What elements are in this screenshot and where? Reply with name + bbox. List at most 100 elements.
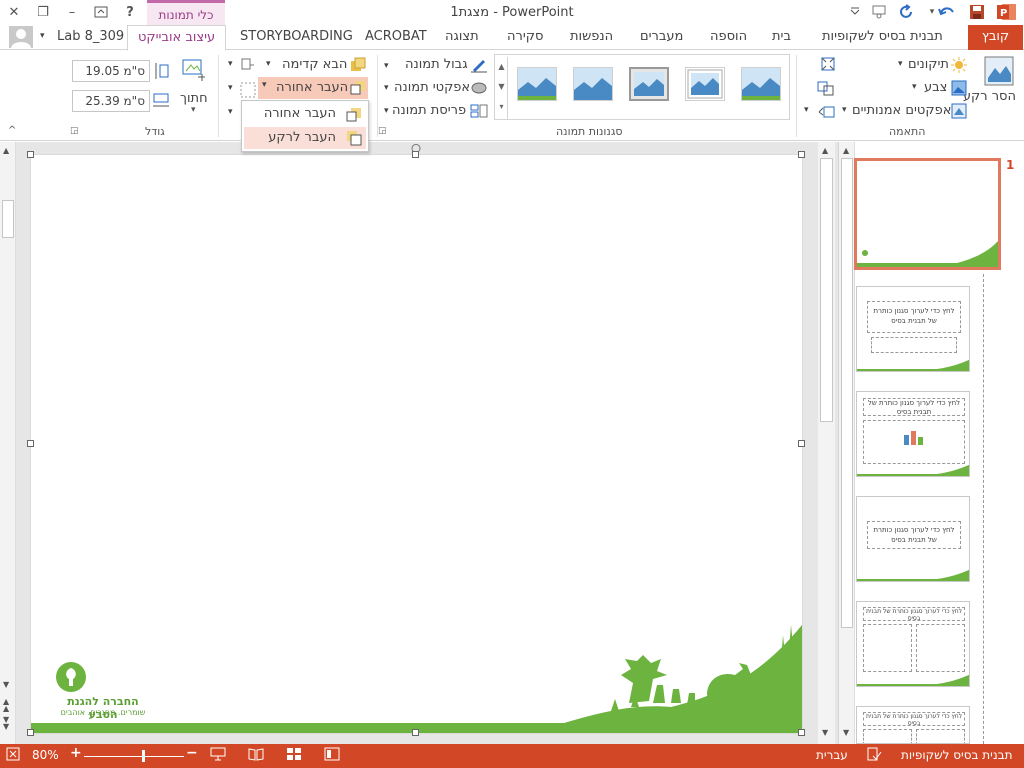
bring-forward-button[interactable]: הבא קדימה [282,55,347,75]
zoom-level[interactable]: 80% [32,748,59,762]
width-field[interactable]: 25.39 ס"מ [72,90,150,112]
slide-thumbnail-layout[interactable]: לחץ כדי לערוך סגנון כותרת של תבנית בסיס [856,601,970,687]
resize-handle[interactable] [798,440,805,447]
present-from-start-button[interactable] [868,2,890,22]
slide-thumbnail-layout[interactable]: לחץ כדי לערוך סגנון כותרת של תבנית בסיס [856,706,970,744]
ribbon-display-options-button[interactable] [90,2,112,22]
language-indicator[interactable]: עברית [816,748,848,762]
tab-acrobat[interactable]: ACROBAT [365,25,427,49]
thumbnails-scrollbar[interactable]: ▲ ▼ [839,142,855,744]
zoom-out-button[interactable]: − [186,745,198,761]
slide-sorter-button[interactable] [286,747,302,761]
resize-handle[interactable] [798,729,805,736]
tab-transitions[interactable]: מעברים [640,25,683,49]
slide-thumbnail-layout[interactable]: לחץ כדי לערוך סגנון כותרת של תבנית בסיס [856,496,970,582]
bring-forward-dropdown[interactable]: ▾ [266,59,271,69]
collapse-ribbon-button[interactable]: ^ [8,125,16,136]
compress-pictures-icon[interactable] [820,56,836,72]
picture-style-option[interactable] [685,67,725,101]
rotation-handle[interactable] [410,143,422,155]
reset-picture-icon[interactable] [817,103,835,119]
scroll-up-arrow[interactable]: ▲ [822,146,828,155]
tab-file[interactable]: קובץ [968,25,1023,50]
group-objects-icon[interactable] [239,81,257,99]
picture-layout-button[interactable]: פריסת תמונה [392,101,466,121]
spelling-check-button[interactable] [866,747,882,761]
rotate-dropdown[interactable]: ▾ [228,107,233,117]
tab-insert[interactable]: הוספה [710,25,747,49]
artistic-effects-dropdown[interactable]: ▾ [842,105,847,115]
picture-effects-button[interactable]: אפקטי תמונה [394,78,470,98]
picture-style-option[interactable] [517,67,557,101]
scroll-down-arrow[interactable]: ▼ [822,728,828,737]
right-scrollbar[interactable]: ▲ ▼ [818,142,835,744]
tab-picture-format[interactable]: עיצוב אובייקט [127,25,227,51]
fit-to-window-button[interactable] [6,747,20,761]
layout-dropdown[interactable]: ▾ [384,106,389,116]
resize-handle[interactable] [27,440,34,447]
scroll-thumb[interactable] [841,158,853,628]
tab-view[interactable]: תצוגה [445,25,479,49]
zoom-slider-track[interactable] [84,756,184,757]
redo-button[interactable] [896,2,918,22]
group-dropdown[interactable]: ▾ [228,83,233,93]
picture-style-option[interactable] [741,67,781,101]
remove-background-label[interactable]: הסר רקע [963,89,1016,109]
resize-handle[interactable] [412,729,419,736]
crop-dropdown-arrow[interactable]: ▾ [191,105,196,115]
scroll-down-arrow[interactable]: ▼ [843,728,849,737]
nature-silhouette-picture[interactable] [31,155,802,733]
scroll-thumb[interactable] [2,200,14,238]
next-slide-button[interactable]: ▼ ▼ [3,716,9,731]
gallery-scroll[interactable]: ▲ ▼ ▾ [496,57,508,119]
scroll-down-arrow[interactable]: ▼ [3,680,9,689]
slide-thumbnail-master[interactable] [854,158,1001,270]
qat-customize-button[interactable] [844,2,866,22]
color-dropdown[interactable]: ▾ [912,82,917,92]
artistic-effects-button[interactable]: אפקטים אמנותיים [852,101,951,121]
slide-thumbnail-layout[interactable]: לחץ כדי לערוך סגנון כותרת של תבנית בסיס [856,286,970,372]
tab-storyboarding[interactable]: STORYBOARDING [240,25,353,49]
help-button[interactable]: ? [119,2,141,22]
zoom-slider-thumb[interactable] [142,750,145,762]
styles-dialog-launcher[interactable]: ◲ [378,126,387,136]
restore-button[interactable]: ❐ [32,2,54,22]
size-dialog-launcher[interactable]: ◲ [70,126,79,136]
tab-slide-master[interactable]: תבנית בסיס לשקופיות [822,25,943,49]
effects-dropdown[interactable]: ▾ [384,83,389,93]
close-button[interactable]: ✕ [3,2,25,22]
tab-animations[interactable]: הנפשות [570,25,613,49]
send-backward-dropdown-arrow[interactable]: ▾ [262,80,267,90]
send-backward-button[interactable]: ▾ העבר אחורה [258,77,368,99]
tab-home[interactable]: בית [772,25,791,49]
corrections-dropdown[interactable]: ▾ [898,59,903,69]
picture-border-button[interactable]: גבול תמונה [405,55,468,75]
picture-style-option-selected[interactable] [629,67,669,101]
remove-background-button[interactable] [984,56,1014,86]
undo-button[interactable] [936,2,958,22]
scroll-up-arrow[interactable]: ▲ [843,146,849,155]
user-avatar[interactable] [9,26,33,48]
reset-dropdown[interactable]: ▾ [804,105,809,115]
height-field[interactable]: 19.05 ס"מ [72,60,150,82]
resize-handle[interactable] [27,151,34,158]
slide-thumbnail-layout[interactable]: לחץ כדי לערוך סגנון כותרת של תבנית בסיס [856,391,970,477]
border-dropdown[interactable]: ▾ [384,61,389,71]
user-account-name[interactable]: Lab 8_309 [57,25,124,49]
resize-handle[interactable] [798,151,805,158]
tab-review[interactable]: סקירה [507,25,543,49]
reading-view-button[interactable] [248,747,264,761]
selection-pane-icon[interactable] [240,57,256,73]
previous-slide-button[interactable]: ▲ ▲ [3,698,9,713]
left-scrollbar[interactable]: ▲ ▼ ▲ ▲ ▼ ▼ [0,142,16,744]
change-picture-icon[interactable] [817,80,835,96]
powerpoint-app-icon[interactable]: P [996,2,1018,22]
picture-style-option[interactable] [573,67,613,101]
scroll-thumb[interactable] [820,158,833,422]
slideshow-view-button[interactable] [210,747,226,761]
resize-handle[interactable] [27,729,34,736]
scroll-up-arrow[interactable]: ▲ [3,146,9,155]
color-button[interactable]: צבע [924,78,947,98]
slide-canvas[interactable]: החברה להגנת הטבע שומרים. מחנכים. אוהבים [31,155,802,733]
normal-view-button[interactable] [324,747,340,761]
